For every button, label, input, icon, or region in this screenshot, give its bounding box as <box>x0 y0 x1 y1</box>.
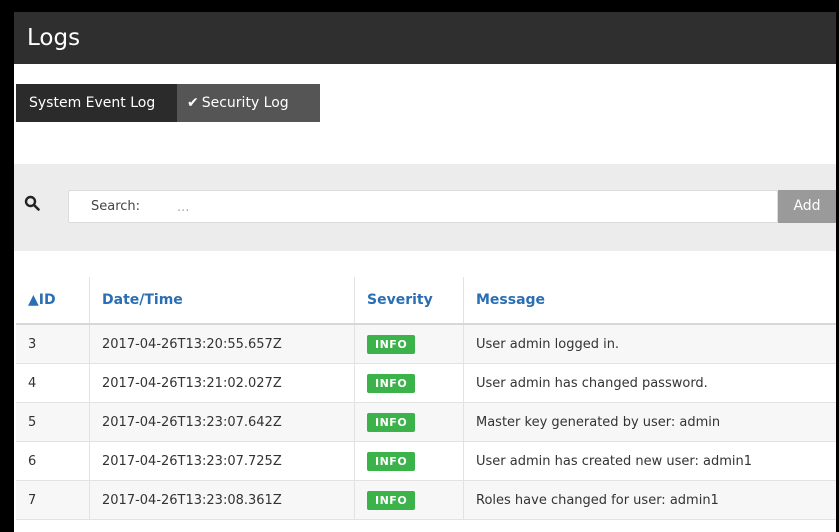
window-frame-left <box>0 0 14 532</box>
cell-message: Roles have changed for user: admin1 <box>463 480 836 520</box>
cell-datetime: 2017-04-26T13:23:08.361Z <box>89 480 355 520</box>
check-icon: ✔ <box>187 95 199 111</box>
table-row[interactable]: 3 2017-04-26T13:20:55.657Z INFO User adm… <box>16 324 836 364</box>
cell-message: User admin has changed password. <box>463 363 836 403</box>
cell-datetime: 2017-04-26T13:23:07.642Z <box>89 402 355 442</box>
search-input[interactable] <box>175 191 769 224</box>
search-label: Search: <box>91 199 141 214</box>
severity-badge: INFO <box>367 451 416 471</box>
column-header-severity[interactable]: Severity <box>354 277 464 325</box>
cell-id: 5 <box>16 402 90 442</box>
cell-message: Master key generated by user: admin <box>463 402 836 442</box>
cell-severity: INFO <box>354 480 464 520</box>
tab-label: Security Log <box>201 95 289 111</box>
cell-id: 6 <box>16 441 90 481</box>
cell-id: 7 <box>16 480 90 520</box>
search-field: Search: <box>68 190 778 224</box>
window-frame-top <box>0 0 839 12</box>
page-title: Logs <box>14 12 836 64</box>
cell-message: User admin has created new user: admin1 <box>463 441 836 481</box>
table-row[interactable]: 4 2017-04-26T13:21:02.027Z INFO User adm… <box>16 363 836 403</box>
tab-label: System Event Log <box>29 95 156 111</box>
table-row[interactable]: 7 2017-04-26T13:23:08.361Z INFO Roles ha… <box>16 480 836 520</box>
cell-message: User admin logged in. <box>463 324 836 364</box>
table-header-row: ▲ID Date/Time Severity Message <box>16 277 836 325</box>
cell-severity: INFO <box>354 324 464 364</box>
table-row[interactable]: 5 2017-04-26T13:23:07.642Z INFO Master k… <box>16 402 836 442</box>
cell-datetime: 2017-04-26T13:21:02.027Z <box>89 363 355 403</box>
logs-panel: System Event Log ✔Security Log Search: A… <box>14 64 836 532</box>
cell-datetime: 2017-04-26T13:20:55.657Z <box>89 324 355 364</box>
search-icon[interactable] <box>24 195 40 211</box>
column-header-datetime[interactable]: Date/Time <box>89 277 355 325</box>
table-row[interactable]: 6 2017-04-26T13:23:07.725Z INFO User adm… <box>16 441 836 481</box>
tab-system-event-log[interactable]: System Event Log <box>16 84 177 122</box>
cell-id: 4 <box>16 363 90 403</box>
add-button[interactable]: Add <box>778 190 836 223</box>
cell-datetime: 2017-04-26T13:23:07.725Z <box>89 441 355 481</box>
log-table: ▲ID Date/Time Severity Message 3 2017-04… <box>16 277 836 520</box>
cell-severity: INFO <box>354 402 464 442</box>
column-header-message[interactable]: Message <box>463 277 836 325</box>
column-header-id[interactable]: ▲ID <box>16 277 90 325</box>
severity-badge: INFO <box>367 412 416 432</box>
severity-badge: INFO <box>367 490 416 510</box>
tab-security-log[interactable]: ✔ Security Log <box>177 84 320 122</box>
severity-badge: INFO <box>367 334 416 354</box>
cell-severity: INFO <box>354 363 464 403</box>
severity-badge: INFO <box>367 373 416 393</box>
log-tabs: System Event Log ✔ Security Log <box>16 84 320 122</box>
cell-severity: INFO <box>354 441 464 481</box>
cell-id: 3 <box>16 324 90 364</box>
search-bar: Search: Add <box>14 164 836 251</box>
